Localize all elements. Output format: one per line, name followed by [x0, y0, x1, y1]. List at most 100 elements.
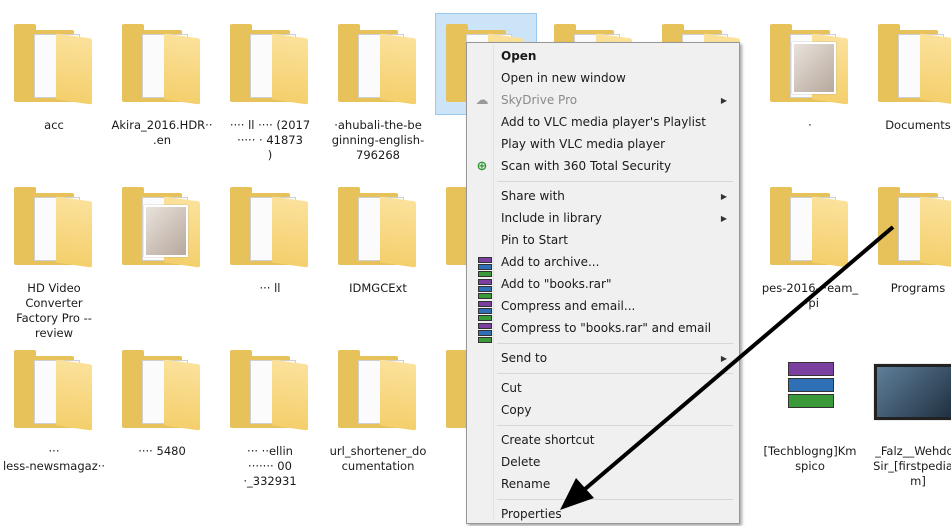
- menu-separator: [497, 499, 733, 500]
- file-item[interactable]: ··· ll: [216, 177, 324, 296]
- menu-item-open-in-new-window[interactable]: Open in new window: [469, 68, 735, 89]
- menu-item-cut[interactable]: Cut: [469, 378, 735, 399]
- menu-item-compress-to-books-rar-and-email[interactable]: Compress to "books.rar" and email: [469, 318, 735, 343]
- menu-item-label: Add to "books.rar": [501, 277, 612, 291]
- file-name: [Techblogng]Km spico: [763, 444, 857, 473]
- menu-separator: [497, 181, 733, 182]
- file-item[interactable]: ···· 5480: [108, 340, 216, 459]
- menu-item-add-to-archive[interactable]: Add to archive...: [469, 252, 735, 277]
- winrar-icon: [474, 299, 492, 321]
- file-name: _Falz__Wehdon Sir_[firstpedia.c m]: [873, 444, 951, 488]
- menu-item-properties[interactable]: Properties: [469, 504, 735, 525]
- menu-item-delete[interactable]: Delete: [469, 452, 735, 473]
- file-name: ··· less-newsmagaz··: [2, 444, 106, 473]
- file-item[interactable]: Akira_2016.HDR·· .en: [108, 14, 216, 148]
- folder-icon: [770, 187, 848, 268]
- menu-item-label: Pin to Start: [501, 233, 568, 247]
- menu-item-label: Compress and email...: [501, 299, 636, 313]
- file-thumbnail: [868, 340, 951, 440]
- file-name: url_shortener_do cumentation: [329, 444, 427, 473]
- folder-icon: [122, 24, 200, 105]
- file-thumbnail: [760, 177, 860, 277]
- file-thumbnail: [4, 14, 104, 114]
- menu-item-add-to-vlc-media-player-s-playlist[interactable]: Add to VLC media player's Playlist: [469, 112, 735, 133]
- file-name: Akira_2016.HDR·· .en: [111, 118, 213, 147]
- file-name: pes-2016-··eam_ ··pi: [761, 281, 859, 310]
- menu-separator: [497, 425, 733, 426]
- file-item[interactable]: Programs: [864, 177, 951, 296]
- file-name: acc: [44, 118, 64, 132]
- menu-item-label: Delete: [501, 455, 541, 469]
- file-thumbnail: [328, 177, 428, 277]
- menu-item-share-with[interactable]: Share with ▶: [469, 186, 735, 207]
- file-name: HD Video Converter Factory Pro -- review: [16, 281, 92, 340]
- menu-item-label: SkyDrive Pro: [501, 93, 578, 107]
- menu-item-label: Play with VLC media player: [501, 137, 666, 151]
- file-thumbnail: [220, 340, 320, 440]
- menu-item-include-in-library[interactable]: Include in library ▶: [469, 208, 735, 229]
- menu-item-compress-and-email[interactable]: Compress and email...: [469, 296, 735, 321]
- menu-item-open[interactable]: Open: [469, 46, 735, 67]
- menu-item-label: Copy: [501, 403, 532, 417]
- file-thumbnail: [328, 340, 428, 440]
- folder-icon: [878, 187, 951, 268]
- folder-icon: [14, 350, 92, 431]
- file-thumbnail: [112, 14, 212, 114]
- file-item[interactable]: ··· less-newsmagaz··: [0, 340, 108, 474]
- file-item[interactable]: ···· ll ···· (2017 ····· · 41873 ): [216, 14, 324, 163]
- video-thumbnail: [874, 364, 951, 420]
- folder-icon: [338, 187, 416, 268]
- menu-item-label: Create shortcut: [501, 433, 595, 447]
- menu-item-label: Include in library: [501, 211, 602, 225]
- menu-item-label: Scan with 360 Total Security: [501, 159, 672, 173]
- file-thumbnail: [4, 177, 104, 277]
- file-item[interactable]: _Falz__Wehdon Sir_[firstpedia.c m]: [864, 340, 951, 489]
- file-item[interactable]: url_shortener_do cumentation: [324, 340, 432, 474]
- menu-separator: [497, 343, 733, 344]
- winrar-icon: [474, 321, 492, 343]
- file-item[interactable]: ·: [756, 14, 864, 133]
- file-item[interactable]: [Techblogng]Km spico: [756, 340, 864, 474]
- menu-item-add-to-books-rar[interactable]: Add to "books.rar": [469, 274, 735, 299]
- file-name: IDMGCExt: [349, 281, 407, 295]
- photo-thumbnail: [792, 42, 836, 94]
- folder-icon: [338, 24, 416, 105]
- menu-item-label: Cut: [501, 381, 522, 395]
- file-name: Programs: [890, 281, 946, 295]
- menu-item-label: Add to archive...: [501, 255, 600, 269]
- menu-item-send-to[interactable]: Send to ▶: [469, 348, 735, 369]
- folder-icon: [878, 24, 951, 105]
- file-name: Documents: [885, 118, 951, 132]
- menu-item-create-shortcut[interactable]: Create shortcut: [469, 430, 735, 451]
- menu-item-skydrive-pro[interactable]: ☁ SkyDrive Pro ▶: [469, 90, 735, 111]
- file-item[interactable]: Documents: [864, 14, 951, 133]
- file-name: ·: [808, 118, 812, 132]
- file-thumbnail: [760, 14, 860, 114]
- file-thumbnail: [220, 177, 320, 277]
- file-thumbnail: [220, 14, 320, 114]
- file-name: ···· 5480: [138, 444, 186, 458]
- folder-icon: [230, 187, 308, 268]
- winrar-icon: [474, 277, 492, 299]
- winrar-archive-icon: [788, 362, 834, 412]
- file-item[interactable]: HD Video Converter Factory Pro -- review: [0, 177, 108, 341]
- file-item[interactable]: [108, 177, 216, 281]
- file-item[interactable]: ··· ··ellin ······· 00 ·_332931: [216, 340, 324, 489]
- menu-item-label: Send to: [501, 351, 548, 365]
- file-item[interactable]: acc: [0, 14, 108, 133]
- menu-item-pin-to-start[interactable]: Pin to Start: [469, 230, 735, 251]
- folder-icon: [230, 350, 308, 431]
- cloud-icon: ☁: [475, 93, 489, 108]
- file-item[interactable]: IDMGCExt: [324, 177, 432, 296]
- submenu-arrow-icon: ▶: [720, 192, 727, 201]
- menu-item-rename[interactable]: Rename: [469, 474, 735, 495]
- menu-item-label: Open in new window: [501, 71, 626, 85]
- menu-item-play-with-vlc-media-player[interactable]: Play with VLC media player: [469, 134, 735, 155]
- menu-item-copy[interactable]: Copy: [469, 400, 735, 421]
- folder-icon: [14, 24, 92, 105]
- file-thumbnail: [868, 177, 951, 277]
- file-item[interactable]: ·ahubali-the-be ginning-english- 796268: [324, 14, 432, 163]
- folder-icon: [338, 350, 416, 431]
- menu-item-scan-with-360-total-security[interactable]: ⊕ Scan with 360 Total Security: [469, 156, 735, 177]
- file-item[interactable]: pes-2016-··eam_ ··pi: [756, 177, 864, 311]
